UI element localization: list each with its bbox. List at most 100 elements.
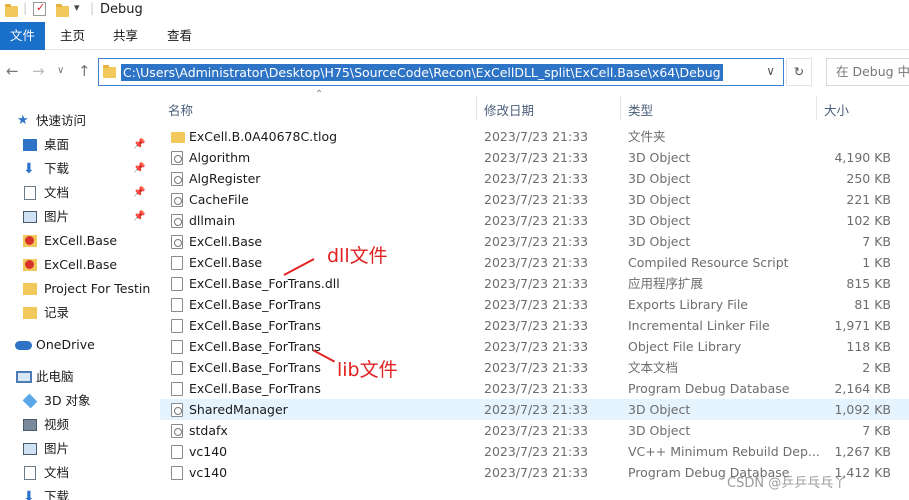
column-divider[interactable] bbox=[816, 96, 817, 120]
title-bar: | ✓ ▾ | Debug bbox=[0, 0, 909, 22]
file-name: Algorithm bbox=[189, 150, 251, 165]
star-icon: ★ bbox=[17, 113, 29, 128]
file-row[interactable]: Algorithm 2023/7/23 21:33 3D Object 4,190 K… bbox=[160, 147, 909, 168]
address-bar[interactable]: C:\Users\Administrator\Desktop\H75\Sourc… bbox=[98, 58, 784, 86]
file-name: CacheFile bbox=[189, 192, 249, 207]
file-date: 2023/7/23 21:33 bbox=[484, 171, 589, 186]
file-name: stdafx bbox=[189, 423, 228, 438]
tab-home[interactable]: 主页 bbox=[50, 22, 95, 50]
file-row[interactable]: ExCell.Base_ForTrans.dll 2023/7/23 21:33 应… bbox=[160, 273, 909, 294]
file-row[interactable]: ExCell.Base_ForTrans 2023/7/23 21:33 文本文档 2… bbox=[160, 357, 909, 378]
column-divider[interactable] bbox=[476, 96, 477, 120]
file-row[interactable]: ExCell.Base_ForTrans 2023/7/23 21:33 Incre… bbox=[160, 315, 909, 336]
file-date: 2023/7/23 21:33 bbox=[484, 465, 589, 480]
file-date: 2023/7/23 21:33 bbox=[484, 402, 589, 417]
folder-icon bbox=[23, 283, 37, 295]
back-icon[interactable]: ← bbox=[6, 62, 19, 80]
file-name: AlgRegister bbox=[189, 171, 261, 186]
file-row[interactable]: AlgRegister 2023/7/23 21:33 3D Object 250 K… bbox=[160, 168, 909, 189]
pdb-file-icon bbox=[171, 466, 183, 480]
ribbon: 文件 主页 共享 查看 bbox=[0, 22, 909, 50]
folder-icon bbox=[103, 65, 116, 78]
document-icon bbox=[24, 466, 36, 480]
file-size: 250 KB bbox=[846, 171, 891, 186]
column-type[interactable]: 类型 bbox=[628, 100, 653, 119]
pdb-file-icon bbox=[171, 382, 183, 396]
column-name[interactable]: 名称 bbox=[168, 100, 193, 119]
column-size[interactable]: 大小 bbox=[824, 100, 849, 119]
folder-icon bbox=[23, 307, 37, 319]
pin-icon[interactable]: 📌 bbox=[133, 205, 145, 229]
file-row[interactable]: ExCell.Base_ForTrans 2023/7/23 21:33 Objec… bbox=[160, 336, 909, 357]
file-date: 2023/7/23 21:33 bbox=[484, 255, 589, 270]
file-size: 4,190 KB bbox=[834, 150, 891, 165]
file-date: 2023/7/23 21:33 bbox=[484, 318, 589, 333]
tab-file[interactable]: 文件 bbox=[0, 22, 45, 50]
file-row[interactable]: CacheFile 2023/7/23 21:33 3D Object 221 KB bbox=[160, 189, 909, 210]
gear-file-icon bbox=[171, 151, 183, 165]
file-type: 文件夹 bbox=[628, 129, 666, 144]
file-name: ExCell.Base_ForTrans.dll bbox=[189, 276, 340, 291]
folder-warning-icon bbox=[23, 259, 37, 271]
column-divider[interactable] bbox=[620, 96, 621, 120]
cloud-icon bbox=[15, 341, 32, 350]
file-size: 2,164 KB bbox=[834, 381, 891, 396]
separator: | bbox=[90, 0, 95, 15]
column-header: ⌃ 名称 修改日期 类型 大小 bbox=[150, 89, 909, 121]
gear-file-icon bbox=[171, 403, 183, 417]
file-type: 应用程序扩展 bbox=[628, 276, 704, 291]
file-date: 2023/7/23 21:33 bbox=[484, 192, 589, 207]
refresh-button[interactable]: ↻ bbox=[786, 58, 812, 86]
folder-warning-icon bbox=[23, 235, 37, 247]
pin-icon[interactable]: 📌 bbox=[133, 181, 145, 205]
search-input[interactable]: 在 Debug 中搜 bbox=[826, 58, 909, 86]
file-row[interactable]: stdafx 2023/7/23 21:33 3D Object 7 KB bbox=[160, 420, 909, 441]
new-folder-icon[interactable] bbox=[56, 4, 69, 17]
file-size: 1 KB bbox=[862, 255, 891, 270]
file-name: dllmain bbox=[189, 213, 236, 228]
file-type: Compiled Resource Script bbox=[628, 255, 789, 270]
tab-share[interactable]: 共享 bbox=[103, 22, 148, 50]
column-date[interactable]: 修改日期 bbox=[484, 100, 534, 119]
address-path[interactable]: C:\Users\Administrator\Desktop\H75\Sourc… bbox=[121, 64, 723, 81]
pin-icon[interactable]: 📌 bbox=[133, 157, 145, 181]
file-name: SharedManager bbox=[189, 402, 288, 417]
file-row[interactable]: dllmain 2023/7/23 21:33 3D Object 102 KB bbox=[160, 210, 909, 231]
file-size: 2 KB bbox=[862, 360, 891, 375]
annotation-lib: lib文件 bbox=[337, 359, 398, 381]
file-size: 118 KB bbox=[846, 339, 891, 354]
picture-icon bbox=[23, 443, 37, 455]
file-row[interactable]: ExCell.Base 2023/7/23 21:33 3D Object 7 KB bbox=[160, 231, 909, 252]
file-type: 3D Object bbox=[628, 234, 691, 249]
forward-icon[interactable]: → bbox=[32, 62, 45, 80]
file-row[interactable]: ExCell.B.0A40678C.tlog 2023/7/23 21:33 文件夹 bbox=[160, 126, 909, 147]
file-row[interactable]: SharedManager 2023/7/23 21:33 3D Object 1,0… bbox=[160, 399, 909, 420]
chevron-down-icon[interactable]: ▾ bbox=[74, 1, 80, 14]
file-row[interactable]: ExCell.Base 2023/7/23 21:33 Compiled Resou… bbox=[160, 252, 909, 273]
file-type: Object File Library bbox=[628, 339, 742, 354]
pin-icon[interactable]: 📌 bbox=[133, 133, 145, 157]
file-name: ExCell.Base_ForTrans bbox=[189, 318, 321, 333]
up-icon[interactable]: ↑ bbox=[78, 62, 91, 80]
file-row[interactable]: ExCell.Base_ForTrans 2023/7/23 21:33 Progr… bbox=[160, 378, 909, 399]
file-date: 2023/7/23 21:33 bbox=[484, 423, 589, 438]
file-date: 2023/7/23 21:33 bbox=[484, 234, 589, 249]
file-date: 2023/7/23 21:33 bbox=[484, 129, 589, 144]
video-icon bbox=[23, 419, 37, 431]
file-name: vc140 bbox=[189, 465, 228, 480]
file-size: 81 KB bbox=[854, 297, 891, 312]
properties-icon[interactable]: ✓ bbox=[33, 1, 46, 16]
chevron-down-icon[interactable]: ∨ bbox=[766, 64, 775, 78]
file-type: 3D Object bbox=[628, 402, 691, 417]
gear-file-icon bbox=[171, 424, 183, 438]
navigation-pane: ★ 快速访问 桌面 📌 ⬇ 下载 📌 文档 📌 图片 📌 ExCell.Base… bbox=[0, 95, 150, 500]
document-icon bbox=[24, 186, 36, 200]
file-row[interactable]: vc140 2023/7/23 21:33 VC++ Minimum Rebuild… bbox=[160, 441, 909, 462]
file-date: 2023/7/23 21:33 bbox=[484, 381, 589, 396]
file-date: 2023/7/23 21:33 bbox=[484, 444, 589, 459]
file-name: ExCell.Base_ForTrans bbox=[189, 339, 321, 354]
chevron-down-icon[interactable]: ∨ bbox=[57, 65, 64, 76]
annotation-dll: dll文件 bbox=[327, 245, 388, 267]
file-row[interactable]: ExCell.Base_ForTrans 2023/7/23 21:33 Expor… bbox=[160, 294, 909, 315]
tab-view[interactable]: 查看 bbox=[157, 22, 202, 50]
